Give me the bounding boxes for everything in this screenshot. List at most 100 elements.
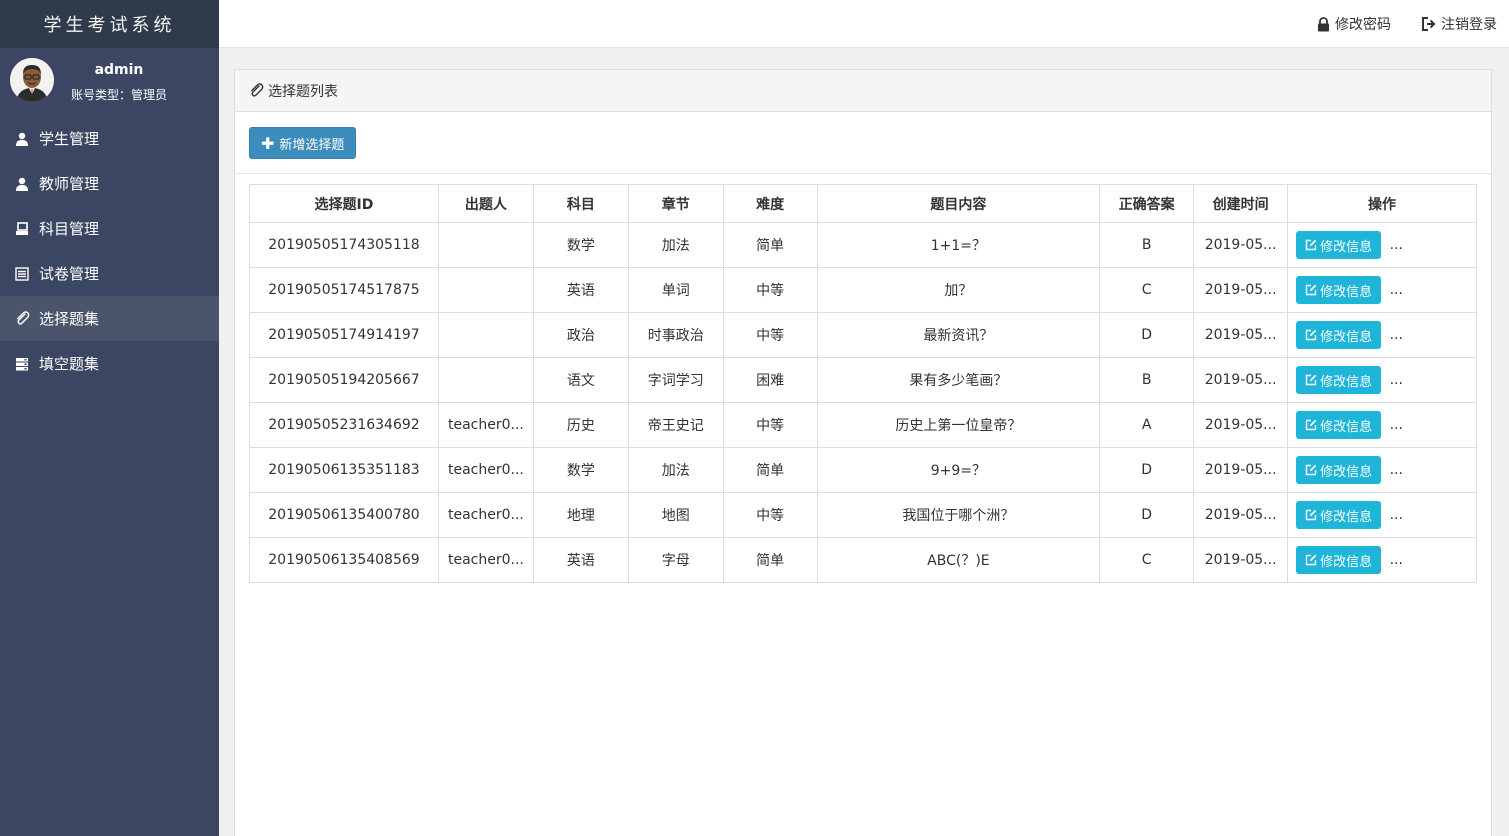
cell-subject: 数学 [532, 447, 629, 493]
cell-created: 2019-05... [1193, 357, 1289, 403]
sidebar-item-choice-questions[interactable]: 选择题集 [0, 296, 219, 341]
edit-button[interactable]: 修改信息 [1296, 366, 1382, 394]
user-panel: admin 账号类型：管理员 [0, 48, 219, 116]
cell-chapter: 单词 [627, 267, 724, 313]
column-header-actions: 操作 [1287, 184, 1477, 223]
cell-id: 20190506135351183 [249, 447, 439, 493]
user-icon [14, 131, 30, 147]
cell-author: teacher0... [437, 537, 534, 583]
sidebar-item-fill-questions[interactable]: 填空题集 [0, 341, 219, 386]
cell-author [437, 357, 534, 403]
cell-content: 最新资讯？ [816, 312, 1101, 358]
column-header-author[interactable]: 出题人 [437, 184, 534, 223]
more-actions[interactable]: ... [1390, 552, 1403, 568]
table-header-row: 选择题ID 出题人 科目 章节 难度 题目内容 正确答案 创建时间 操作 [249, 184, 1477, 223]
sidebar-nav: 学生管理 教师管理 科目管理 试卷管理 选择题集 填空题集 [0, 116, 219, 386]
cell-content: 1+1=？ [816, 222, 1101, 268]
edit-label: 修改信息 [1320, 509, 1373, 525]
logout-label: 注销登录 [1441, 17, 1497, 33]
edit-button[interactable]: 修改信息 [1296, 501, 1382, 529]
cell-answer: D [1099, 312, 1195, 358]
cell-difficulty: 中等 [722, 267, 818, 313]
more-actions[interactable]: ... [1390, 462, 1403, 478]
logout-link[interactable]: 注销登录 [1421, 14, 1497, 34]
question-list-panel: 选择题列表 ✚ 新增选择题 选择题ID 出题人 科目 章节 难度 题目内容 正确… [234, 69, 1492, 836]
cell-answer: C [1099, 267, 1195, 313]
edit-icon [1305, 464, 1317, 476]
more-actions[interactable]: ... [1390, 237, 1403, 253]
column-header-content[interactable]: 题目内容 [816, 184, 1101, 223]
edit-button[interactable]: 修改信息 [1296, 276, 1382, 304]
list-icon [14, 266, 30, 282]
table-row: 20190505174914197 政治 时事政治 中等 最新资讯？ D 201… [249, 312, 1477, 358]
more-actions[interactable]: ... [1390, 417, 1403, 433]
cell-chapter: 字词学习 [627, 357, 724, 403]
sidebar-item-label: 试卷管理 [39, 265, 100, 283]
cell-created: 2019-05... [1193, 537, 1289, 583]
sidebar-item-papers[interactable]: 试卷管理 [0, 251, 219, 296]
column-header-id[interactable]: 选择题ID [249, 184, 439, 223]
sidebar-item-students[interactable]: 学生管理 [0, 116, 219, 161]
edit-button[interactable]: 修改信息 [1296, 546, 1382, 574]
cell-author [437, 267, 534, 313]
cell-content: 加？ [816, 267, 1101, 313]
cell-difficulty: 困难 [722, 357, 818, 403]
edit-label: 修改信息 [1320, 239, 1373, 255]
cell-subject: 历史 [532, 402, 629, 448]
sidebar-item-label: 选择题集 [39, 310, 100, 328]
cell-content: 我国位于哪个洲？ [816, 492, 1101, 538]
more-actions[interactable]: ... [1390, 372, 1403, 388]
more-actions[interactable]: ... [1390, 327, 1403, 343]
cell-actions: 修改信息 ... [1287, 357, 1477, 403]
cell-id: 20190505174305118 [249, 222, 439, 268]
column-header-difficulty[interactable]: 难度 [722, 184, 818, 223]
cell-subject: 语文 [532, 357, 629, 403]
column-header-created[interactable]: 创建时间 [1193, 184, 1289, 223]
table-body: 20190505174305118 数学 加法 简单 1+1=？ B 2019-… [249, 222, 1477, 583]
cell-actions: 修改信息 ... [1287, 402, 1477, 448]
more-actions[interactable]: ... [1390, 282, 1403, 298]
user-icon [14, 176, 30, 192]
edit-button[interactable]: 修改信息 [1296, 411, 1382, 439]
cell-answer: B [1099, 357, 1195, 403]
sidebar-item-label: 填空题集 [39, 355, 100, 373]
cell-content: 果有多少笔画？ [816, 357, 1101, 403]
add-question-button[interactable]: ✚ 新增选择题 [249, 127, 357, 159]
more-actions[interactable]: ... [1390, 507, 1403, 523]
cell-difficulty: 简单 [722, 222, 818, 268]
table-row: 20190505231634692 teacher0... 历史 帝王史记 中等… [249, 402, 1477, 448]
cell-actions: 修改信息 ... [1287, 222, 1477, 268]
change-password-link[interactable]: 修改密码 [1317, 14, 1391, 34]
avatar-icon [10, 58, 54, 102]
cell-answer: C [1099, 537, 1195, 583]
sidebar-item-label: 学生管理 [39, 130, 100, 148]
sidebar: 学生考试系统 admin 账号类型：管理员 学生管理 教师管理 科目管理 试卷管… [0, 0, 219, 836]
header-links: 修改密码 注销登录 [1317, 0, 1497, 48]
app-title: 学生考试系统 [0, 0, 219, 48]
edit-button[interactable]: 修改信息 [1296, 231, 1382, 259]
cell-answer: D [1099, 492, 1195, 538]
edit-button[interactable]: 修改信息 [1296, 321, 1382, 349]
column-header-chapter[interactable]: 章节 [627, 184, 724, 223]
sign-out-icon [1421, 17, 1436, 31]
sidebar-item-subjects[interactable]: 科目管理 [0, 206, 219, 251]
cell-created: 2019-05... [1193, 267, 1289, 313]
edit-icon [1305, 419, 1317, 431]
user-name: admin [94, 62, 144, 78]
change-password-label: 修改密码 [1335, 17, 1391, 33]
cell-chapter: 时事政治 [627, 312, 724, 358]
lock-icon [1317, 16, 1330, 32]
cell-difficulty: 简单 [722, 537, 818, 583]
cell-chapter: 地图 [627, 492, 724, 538]
edit-button[interactable]: 修改信息 [1296, 456, 1382, 484]
cell-chapter: 帝王史记 [627, 402, 724, 448]
cell-id: 20190505174517875 [249, 267, 439, 313]
question-table: 选择题ID 出题人 科目 章节 难度 题目内容 正确答案 创建时间 操作 201… [249, 184, 1477, 583]
plus-icon: ✚ [261, 133, 275, 153]
cell-author [437, 222, 534, 268]
column-header-subject[interactable]: 科目 [532, 184, 629, 223]
cell-created: 2019-05... [1193, 222, 1289, 268]
sidebar-item-teachers[interactable]: 教师管理 [0, 161, 219, 206]
column-header-answer[interactable]: 正确答案 [1099, 184, 1195, 223]
edit-icon [1305, 239, 1317, 251]
